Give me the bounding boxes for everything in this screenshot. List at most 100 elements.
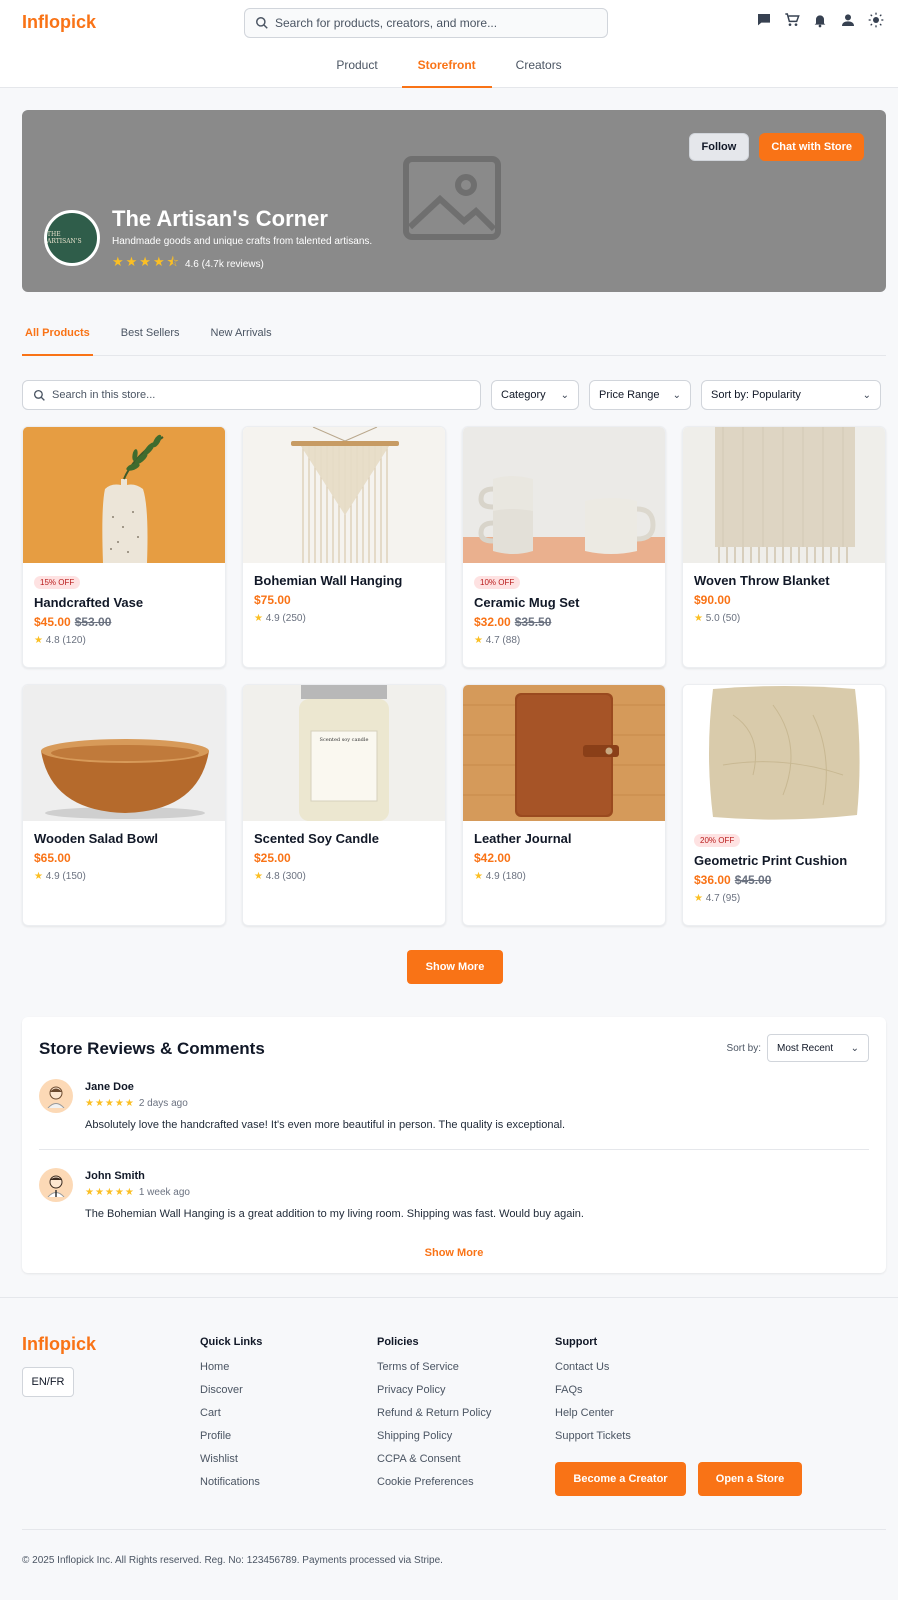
product-card[interactable]: Scented soy candle Scented Soy Candle $2… — [242, 684, 446, 926]
product-card[interactable]: 20% OFF Geometric Print Cushion $36.00 $4… — [682, 684, 886, 926]
product-rating-text: 5.0 (50) — [705, 613, 741, 624]
product-card[interactable]: 15% OFF Handcrafted Vase $45.00 $53.00 ★ … — [22, 426, 226, 668]
footer-link-refund[interactable]: Refund & Return Policy — [377, 1407, 491, 1430]
current-price: $25.00 — [254, 851, 291, 865]
reviews-sort-value: Most Recent — [777, 1042, 834, 1054]
product-image — [23, 427, 225, 563]
reviews-title: Store Reviews & Comments — [39, 1039, 265, 1058]
review-meta: ★★★★★ 1 week ago — [85, 1187, 190, 1198]
cart-icon[interactable] — [784, 12, 800, 28]
footer-link-privacy[interactable]: Privacy Policy — [377, 1384, 491, 1407]
bell-icon[interactable] — [812, 12, 828, 28]
store-rating: ★★★★⯪ 4.6 (4.7k reviews) — [112, 253, 372, 275]
product-card[interactable]: Leather Journal $42.00 ★ 4.9 (180) — [462, 684, 666, 926]
product-rating-text: 4.8 (120) — [45, 635, 86, 646]
tab-new-arrivals[interactable]: New Arrivals — [208, 318, 275, 356]
product-card[interactable]: Wooden Salad Bowl $65.00 ★ 4.9 (150) — [22, 684, 226, 926]
language-switcher[interactable]: EN/FR — [22, 1367, 74, 1397]
footer-link-contact[interactable]: Contact Us — [555, 1361, 631, 1384]
price-range-select[interactable]: Price Range ⌄ — [589, 380, 691, 410]
category-label: Category — [501, 389, 546, 401]
store-search-input[interactable]: Search in this store... — [22, 380, 481, 410]
footer-link-help-center[interactable]: Help Center — [555, 1407, 631, 1430]
product-card[interactable]: Bohemian Wall Hanging $75.00 ★ 4.9 (250) — [242, 426, 446, 668]
reviews-sort-label: Sort by: — [726, 1042, 761, 1054]
product-name: Handcrafted Vase — [34, 595, 144, 610]
product-rating: ★ 4.7 (95) — [694, 893, 874, 904]
store-search-placeholder: Search in this store... — [52, 389, 156, 401]
tab-product[interactable]: Product — [320, 44, 393, 88]
footer-link-discover[interactable]: Discover — [200, 1384, 262, 1407]
product-image — [463, 427, 665, 563]
quick-links: Quick Links Home Discover Cart Profile W… — [200, 1336, 262, 1499]
tab-storefront[interactable]: Storefront — [401, 44, 492, 88]
current-price: $65.00 — [34, 851, 71, 865]
sun-icon[interactable] — [868, 12, 884, 28]
product-image — [463, 685, 665, 821]
footer-link-shipping[interactable]: Shipping Policy — [377, 1430, 491, 1453]
star-icon: ★ — [254, 613, 263, 624]
show-more-reviews-button[interactable]: Show More — [22, 1247, 886, 1259]
footer-link-terms[interactable]: Terms of Service — [377, 1361, 491, 1384]
follow-button[interactable]: Follow — [688, 133, 750, 161]
discount-badge: 10% OFF — [474, 576, 521, 589]
support-title: Support — [555, 1336, 598, 1348]
chevron-down-icon: ⌄ — [862, 389, 871, 401]
footer-divider — [22, 1529, 886, 1530]
product-image: Scented soy candle — [243, 685, 445, 821]
copyright: © 2025 Inflopick Inc. All Rights reserve… — [22, 1555, 443, 1566]
star-icon: ★ — [34, 635, 43, 646]
footer-link-cart[interactable]: Cart — [200, 1407, 262, 1430]
review-time: 1 week ago — [138, 1187, 190, 1198]
category-select[interactable]: Category ⌄ — [491, 380, 579, 410]
user-icon[interactable] — [840, 12, 856, 28]
footer-link-profile[interactable]: Profile — [200, 1430, 262, 1453]
reviews-sort-select[interactable]: Most Recent ⌄ — [767, 1034, 869, 1062]
product-rating: ★ 4.9 (150) — [34, 871, 214, 882]
product-name: Bohemian Wall Hanging — [254, 573, 403, 588]
tab-best-sellers[interactable]: Best Sellers — [118, 318, 183, 356]
store-info: The Artisan's Corner Handmade goods and … — [112, 206, 372, 275]
current-price: $45.00 — [34, 615, 71, 629]
open-store-button[interactable]: Open a Store — [698, 1462, 802, 1496]
footer-link-cookies[interactable]: Cookie Preferences — [377, 1476, 491, 1499]
sort-select[interactable]: Sort by: Popularity ⌄ — [701, 380, 881, 410]
footer-logo[interactable]: Inflopick — [22, 1334, 96, 1355]
product-name: Geometric Print Cushion — [694, 853, 848, 868]
footer-link-faqs[interactable]: FAQs — [555, 1384, 631, 1407]
image-placeholder-icon — [403, 156, 501, 240]
search-icon — [33, 389, 45, 401]
filter-bar: Search in this store... Category ⌄ Price… — [22, 380, 886, 410]
product-card[interactable]: Woven Throw Blanket $90.00 ★ 5.0 (50) — [682, 426, 886, 668]
product-rating: ★ 4.9 (250) — [254, 613, 434, 624]
discount-badge: 20% OFF — [694, 834, 741, 847]
original-price: $53.00 — [74, 615, 112, 629]
product-name: Ceramic Mug Set — [474, 595, 580, 610]
tab-all-products[interactable]: All Products — [22, 318, 93, 356]
product-card[interactable]: 10% OFF Ceramic Mug Set $32.00 $35.50 ★ 4… — [462, 426, 666, 668]
chevron-down-icon: ⌄ — [850, 1042, 859, 1054]
footer-link-ccpa[interactable]: CCPA & Consent — [377, 1453, 491, 1476]
chat-icon[interactable] — [756, 12, 772, 28]
footer-link-notifications[interactable]: Notifications — [200, 1476, 262, 1499]
chat-with-store-button[interactable]: Chat with Store — [759, 133, 864, 161]
global-search-input[interactable]: Search for products, creators, and more.… — [244, 8, 608, 38]
store-tagline: Handmade goods and unique crafts from ta… — [112, 236, 373, 247]
footer-link-wishlist[interactable]: Wishlist — [200, 1453, 262, 1476]
tab-creators[interactable]: Creators — [500, 44, 578, 88]
chevron-down-icon: ⌄ — [560, 389, 569, 401]
footer-link-support-tickets[interactable]: Support Tickets — [555, 1430, 631, 1453]
star-icon: ★ — [34, 871, 43, 882]
logo[interactable]: Inflopick — [22, 12, 232, 33]
quick-links-title: Quick Links — [200, 1336, 263, 1348]
footer-cta: Become a Creator Open a Store — [555, 1462, 802, 1496]
product-price: $90.00 — [694, 593, 874, 607]
footer-link-home[interactable]: Home — [200, 1361, 262, 1384]
review-stars: ★★★★★ — [85, 1187, 135, 1198]
become-creator-button[interactable]: Become a Creator — [555, 1462, 686, 1496]
review-divider — [39, 1149, 869, 1150]
store-rating-stars: ★★★★⯪ — [112, 254, 181, 269]
star-icon: ★ — [694, 613, 703, 624]
show-more-products-button[interactable]: Show More — [407, 950, 503, 984]
original-price: $35.50 — [514, 615, 552, 629]
